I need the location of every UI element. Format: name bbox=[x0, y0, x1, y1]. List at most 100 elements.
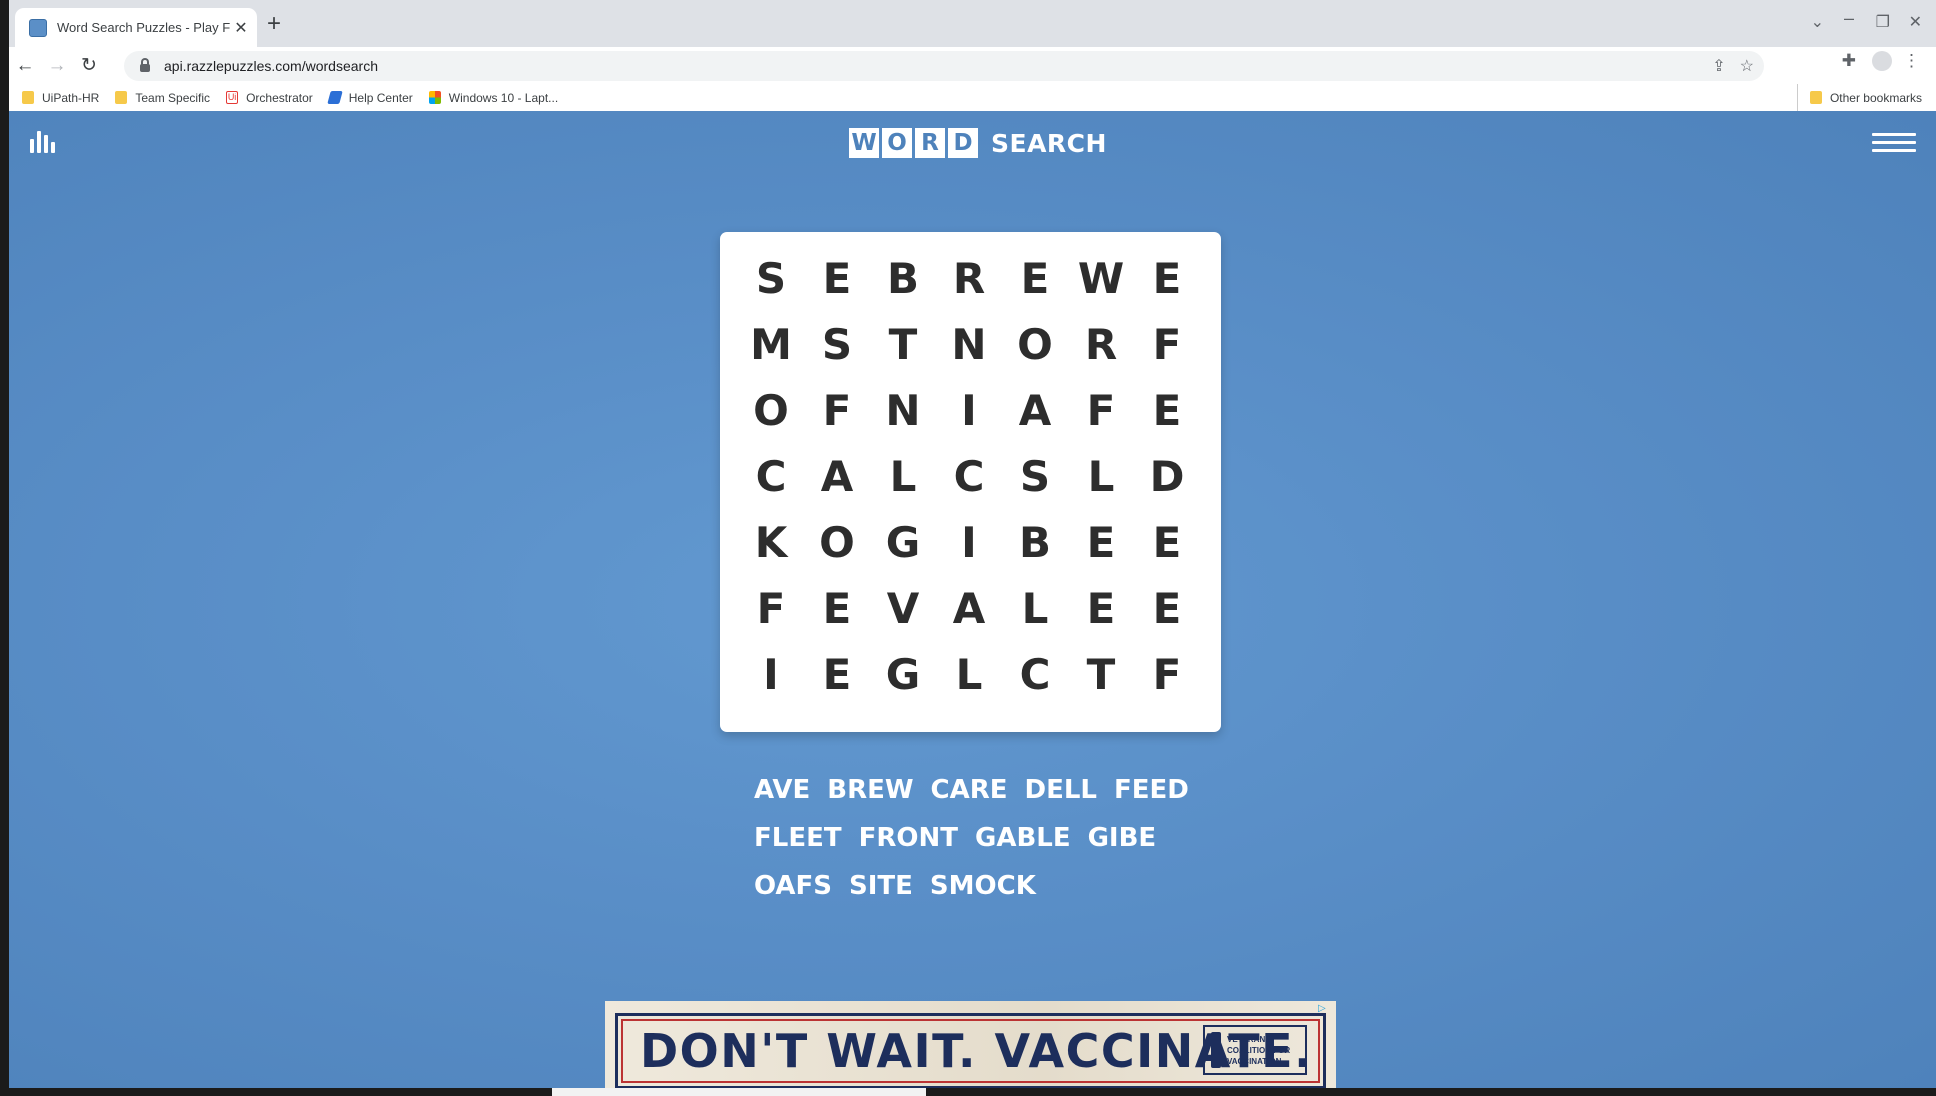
grid-letter-cell[interactable]: D bbox=[1134, 444, 1200, 510]
reload-icon[interactable]: ↻ bbox=[73, 54, 105, 77]
jira-icon bbox=[327, 91, 343, 104]
grid-letter-cell[interactable]: F bbox=[1134, 642, 1200, 708]
ad-brand-logo: VETERANS COALITION FOR VACCINATION bbox=[1203, 1025, 1307, 1075]
grid-letter-cell[interactable]: K bbox=[738, 510, 804, 576]
advertisement-banner[interactable]: DON'T WAIT. VACCINATE. VETERANS COALITIO… bbox=[605, 1001, 1336, 1096]
stats-bar-chart-icon[interactable] bbox=[30, 131, 56, 153]
grid-letter-cell[interactable]: I bbox=[738, 642, 804, 708]
uipath-icon: Ui bbox=[226, 91, 239, 104]
grid-letter-cell[interactable]: A bbox=[1002, 378, 1068, 444]
word-list-item: SITE bbox=[849, 871, 913, 901]
grid-letter-cell[interactable]: E bbox=[1068, 576, 1134, 642]
word-list-item: GIBE bbox=[1087, 823, 1157, 853]
grid-letter-cell[interactable]: F bbox=[1134, 312, 1200, 378]
bookmark-orchestrator[interactable]: Ui Orchestrator bbox=[226, 91, 313, 105]
logo-letter: O bbox=[882, 128, 912, 158]
logo-letter: W bbox=[849, 128, 879, 158]
browser-tab[interactable]: Word Search Puzzles - Play Free C ✕ bbox=[15, 8, 257, 47]
word-list-item: DELL bbox=[1024, 775, 1097, 805]
grid-letter-cell[interactable]: E bbox=[1068, 510, 1134, 576]
grid-letter-cell[interactable]: O bbox=[804, 510, 870, 576]
other-bookmarks-label: Other bookmarks bbox=[1829, 90, 1922, 105]
grid-letter-cell[interactable]: G bbox=[870, 510, 936, 576]
bookmark-help-center[interactable]: Help Center bbox=[327, 91, 413, 105]
new-tab-button[interactable]: + bbox=[267, 12, 281, 36]
close-tab-icon[interactable]: ✕ bbox=[231, 18, 251, 38]
logo-letter: R bbox=[915, 128, 945, 158]
windows-icon bbox=[428, 91, 441, 104]
address-bar[interactable]: api.razzlepuzzles.com/wordsearch ⇪ ☆ bbox=[124, 51, 1764, 81]
word-list-item: BREW bbox=[827, 775, 914, 805]
grid-letter-cell[interactable]: T bbox=[1068, 642, 1134, 708]
hamburger-menu-icon[interactable] bbox=[1872, 133, 1916, 157]
browser-window: Word Search Puzzles - Play Free C ✕ + ⌄ … bbox=[9, 0, 1936, 111]
ad-frame: DON'T WAIT. VACCINATE. VETERANS COALITIO… bbox=[615, 1013, 1326, 1089]
bookmark-windows-10[interactable]: Windows 10 - Lapt... bbox=[428, 91, 558, 105]
word-list-item: FEED bbox=[1114, 775, 1189, 805]
bookmark-uipath-hr[interactable]: UiPath-HR bbox=[22, 91, 99, 105]
grid-letter-cell[interactable]: R bbox=[1068, 312, 1134, 378]
grid-letter-cell[interactable]: R bbox=[936, 246, 1002, 312]
grid-letter-cell[interactable]: I bbox=[936, 378, 1002, 444]
grid-letter-cell[interactable]: I bbox=[936, 510, 1002, 576]
grid-letter-cell[interactable]: O bbox=[1002, 312, 1068, 378]
grid-letter-cell[interactable]: S bbox=[804, 312, 870, 378]
word-list-item: SMOCK bbox=[929, 871, 1036, 901]
url-text[interactable]: api.razzlepuzzles.com/wordsearch bbox=[164, 58, 378, 74]
grid-letter-cell[interactable]: C bbox=[1002, 642, 1068, 708]
back-arrow-icon[interactable]: ← bbox=[9, 55, 41, 77]
grid-letter-cell[interactable]: N bbox=[870, 378, 936, 444]
ad-choices-icon[interactable]: ▷ bbox=[1318, 1003, 1332, 1015]
close-window-button[interactable]: ✕ bbox=[1909, 12, 1922, 32]
grid-letter-cell[interactable]: E bbox=[1134, 378, 1200, 444]
grid-letter-cell[interactable]: F bbox=[738, 576, 804, 642]
grid-letter-cell[interactable]: N bbox=[936, 312, 1002, 378]
syringe-icon bbox=[1211, 1032, 1221, 1068]
profile-avatar-icon[interactable] bbox=[1872, 51, 1892, 71]
grid-letter-cell[interactable]: V bbox=[870, 576, 936, 642]
forward-arrow-icon[interactable]: → bbox=[41, 55, 73, 77]
bookmark-team-specific[interactable]: Team Specific bbox=[115, 91, 210, 105]
site-favicon-icon bbox=[29, 18, 47, 37]
grid-letter-cell[interactable]: E bbox=[1134, 510, 1200, 576]
grid-letter-cell[interactable]: G bbox=[870, 642, 936, 708]
grid-letter-cell[interactable]: E bbox=[1002, 246, 1068, 312]
folder-icon bbox=[1809, 91, 1822, 104]
grid-letter-cell[interactable]: C bbox=[738, 444, 804, 510]
restore-button[interactable]: ❐ bbox=[1876, 12, 1890, 32]
lock-icon[interactable] bbox=[140, 58, 150, 72]
grid-letter-cell[interactable]: M bbox=[738, 312, 804, 378]
grid-letter-cell[interactable]: L bbox=[870, 444, 936, 510]
grid-letter-cell[interactable]: L bbox=[1002, 576, 1068, 642]
grid-letter-cell[interactable]: O bbox=[738, 378, 804, 444]
tab-search-icon[interactable]: ⌄ bbox=[1811, 12, 1824, 32]
grid-letter-cell[interactable]: E bbox=[804, 576, 870, 642]
grid-letter-cell[interactable]: W bbox=[1068, 246, 1134, 312]
bookmark-star-icon[interactable]: ☆ bbox=[1740, 56, 1754, 76]
grid-letter-cell[interactable]: C bbox=[936, 444, 1002, 510]
grid-letter-cell[interactable]: A bbox=[804, 444, 870, 510]
grid-letter-cell[interactable]: E bbox=[1134, 246, 1200, 312]
grid-letter-cell[interactable]: L bbox=[936, 642, 1002, 708]
grid-letter-cell[interactable]: A bbox=[936, 576, 1002, 642]
word-list-item: OAFS bbox=[754, 871, 833, 901]
word-list: AVE BREW CARE DELL FEED FLEET FRONT GABLE GIBE OA… bbox=[754, 773, 1234, 904]
grid-letter-cell[interactable]: E bbox=[1134, 576, 1200, 642]
grid-letter-cell[interactable]: T bbox=[870, 312, 936, 378]
grid-letter-cell[interactable]: F bbox=[1068, 378, 1134, 444]
other-bookmarks[interactable]: Other bookmarks bbox=[1796, 84, 1922, 111]
taskbar-edge bbox=[0, 1088, 1936, 1096]
letter-grid[interactable]: SEBREWEMSTNORFOFNIAFECALCSLDKOGIBEEFEVAL… bbox=[738, 246, 1200, 708]
extensions-puzzle-icon[interactable]: ✚ bbox=[1842, 51, 1856, 71]
grid-letter-cell[interactable]: S bbox=[1002, 444, 1068, 510]
grid-letter-cell[interactable]: L bbox=[1068, 444, 1134, 510]
browser-menu-icon[interactable]: ⋮ bbox=[1903, 51, 1920, 71]
grid-letter-cell[interactable]: B bbox=[870, 246, 936, 312]
grid-letter-cell[interactable]: F bbox=[804, 378, 870, 444]
share-icon[interactable]: ⇪ bbox=[1712, 56, 1725, 76]
grid-letter-cell[interactable]: E bbox=[804, 642, 870, 708]
grid-letter-cell[interactable]: E bbox=[804, 246, 870, 312]
grid-letter-cell[interactable]: B bbox=[1002, 510, 1068, 576]
grid-letter-cell[interactable]: S bbox=[738, 246, 804, 312]
minimize-button[interactable]: – bbox=[1844, 8, 1854, 29]
